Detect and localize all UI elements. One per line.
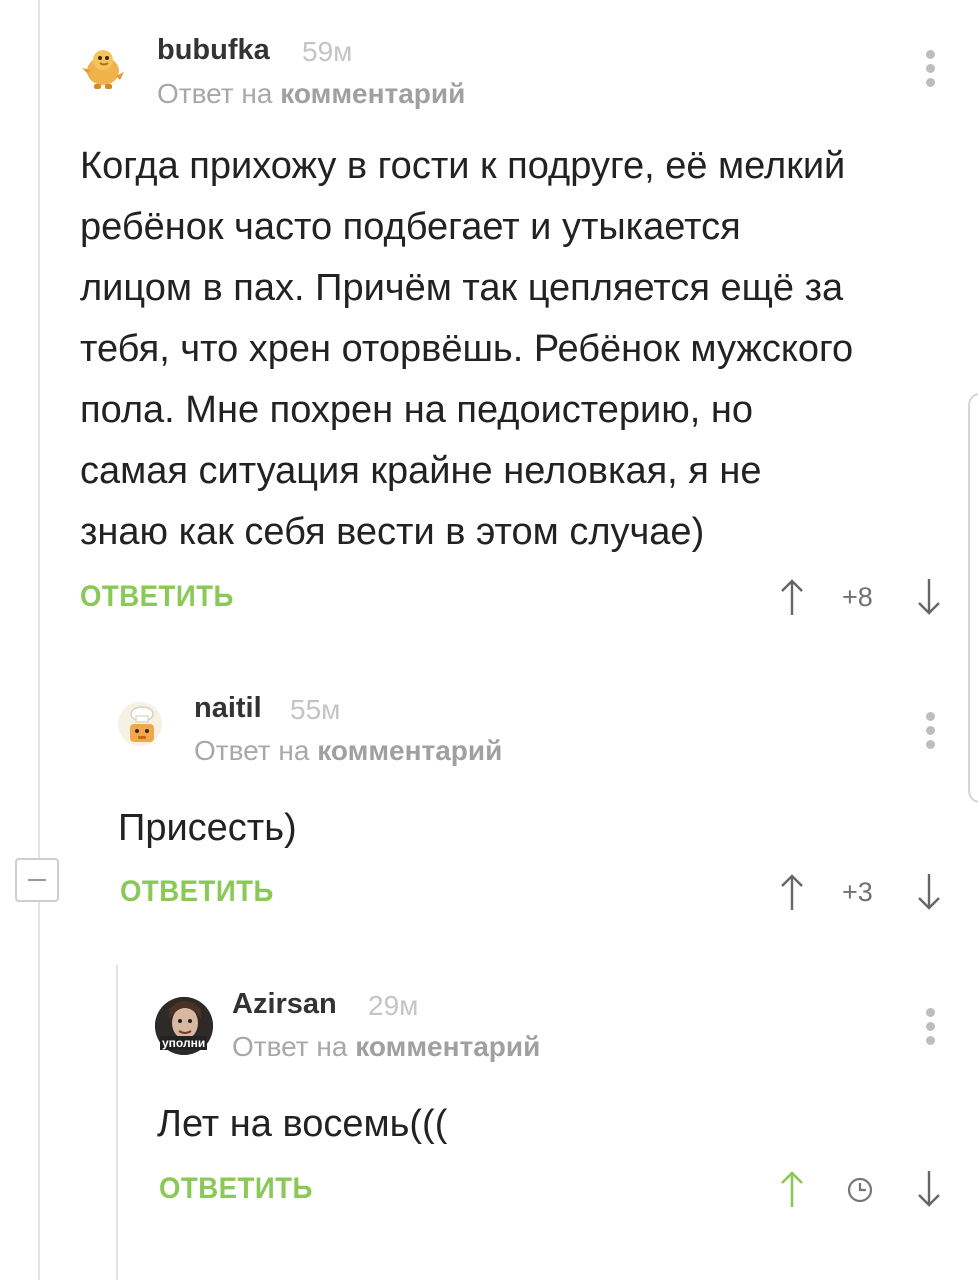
thread-line-root: [38, 0, 40, 858]
body-line: тебя, что хрен оторвёшь. Ребёнок мужског…: [80, 328, 854, 370]
reply-button[interactable]: ОТВЕТИТЬ: [120, 875, 274, 909]
avatar-caption: уполни: [160, 1036, 208, 1050]
timestamp: 59м: [302, 36, 353, 67]
timestamp: 29м: [368, 990, 419, 1021]
body-line: пола. Мне похрен на педоистерию, но: [80, 389, 754, 431]
more-options-icon[interactable]: [924, 1008, 935, 1048]
upvote-arrow-icon[interactable]: [777, 577, 807, 617]
downvote-arrow-icon[interactable]: [914, 1169, 944, 1209]
comment-body: Лет на восемь(((: [157, 1094, 447, 1155]
duck-avatar[interactable]: [80, 46, 124, 90]
thread-line-root-lower: [38, 902, 40, 1280]
more-options-icon[interactable]: [924, 50, 935, 90]
reply-prefix: Ответ на: [194, 735, 310, 766]
username[interactable]: bubufka: [157, 34, 270, 67]
reply-to-line: Ответ на комментарий: [232, 1031, 540, 1063]
username[interactable]: Azirsan: [232, 988, 337, 1021]
more-options-icon[interactable]: [924, 712, 935, 752]
body-line: знаю как себя вести в этом случае): [80, 511, 705, 553]
reply-prefix: Ответ на: [157, 78, 273, 109]
collapse-thread-button[interactable]: [15, 858, 59, 902]
reply-button[interactable]: ОТВЕТИТЬ: [159, 1172, 313, 1206]
body-line: лицом в пах. Причём так цепляется ещё за: [80, 267, 844, 309]
thread-line-nested: [116, 965, 118, 1280]
reply-prefix: Ответ на: [232, 1031, 348, 1062]
body-line: Лет на восемь(((: [157, 1103, 448, 1145]
reply-to-link[interactable]: комментарий: [280, 78, 465, 109]
reply-to-line: Ответ на комментарий: [194, 735, 502, 767]
chef-avatar[interactable]: [118, 702, 162, 746]
reply-to-line: Ответ на комментарий: [157, 78, 465, 110]
body-line: самая ситуация крайне неловкая, я не: [80, 450, 762, 492]
reply-to-link[interactable]: комментарий: [355, 1031, 540, 1062]
rating-value: +3: [842, 877, 873, 907]
reply-button[interactable]: ОТВЕТИТЬ: [80, 580, 234, 614]
upvote-arrow-icon[interactable]: [777, 872, 807, 912]
clock-icon: [847, 1177, 873, 1203]
downvote-arrow-icon[interactable]: [914, 872, 944, 912]
comment-body: Присесть): [118, 798, 297, 859]
upvote-arrow-icon[interactable]: [777, 1169, 807, 1209]
timestamp: 55м: [290, 694, 341, 725]
scrollbar[interactable]: [968, 393, 978, 803]
username[interactable]: naitil: [194, 692, 262, 725]
body-line: Когда прихожу в гости к подруге, её мелк…: [80, 145, 846, 187]
rating-value: +8: [842, 582, 873, 612]
reply-to-link[interactable]: комментарий: [317, 735, 502, 766]
comment-body: Когда прихожу в гости к подруге, её мелк…: [80, 136, 853, 563]
body-line: Присесть): [118, 807, 297, 849]
body-line: ребёнок часто подбегает и утыкается: [80, 206, 741, 248]
downvote-arrow-icon[interactable]: [914, 577, 944, 617]
